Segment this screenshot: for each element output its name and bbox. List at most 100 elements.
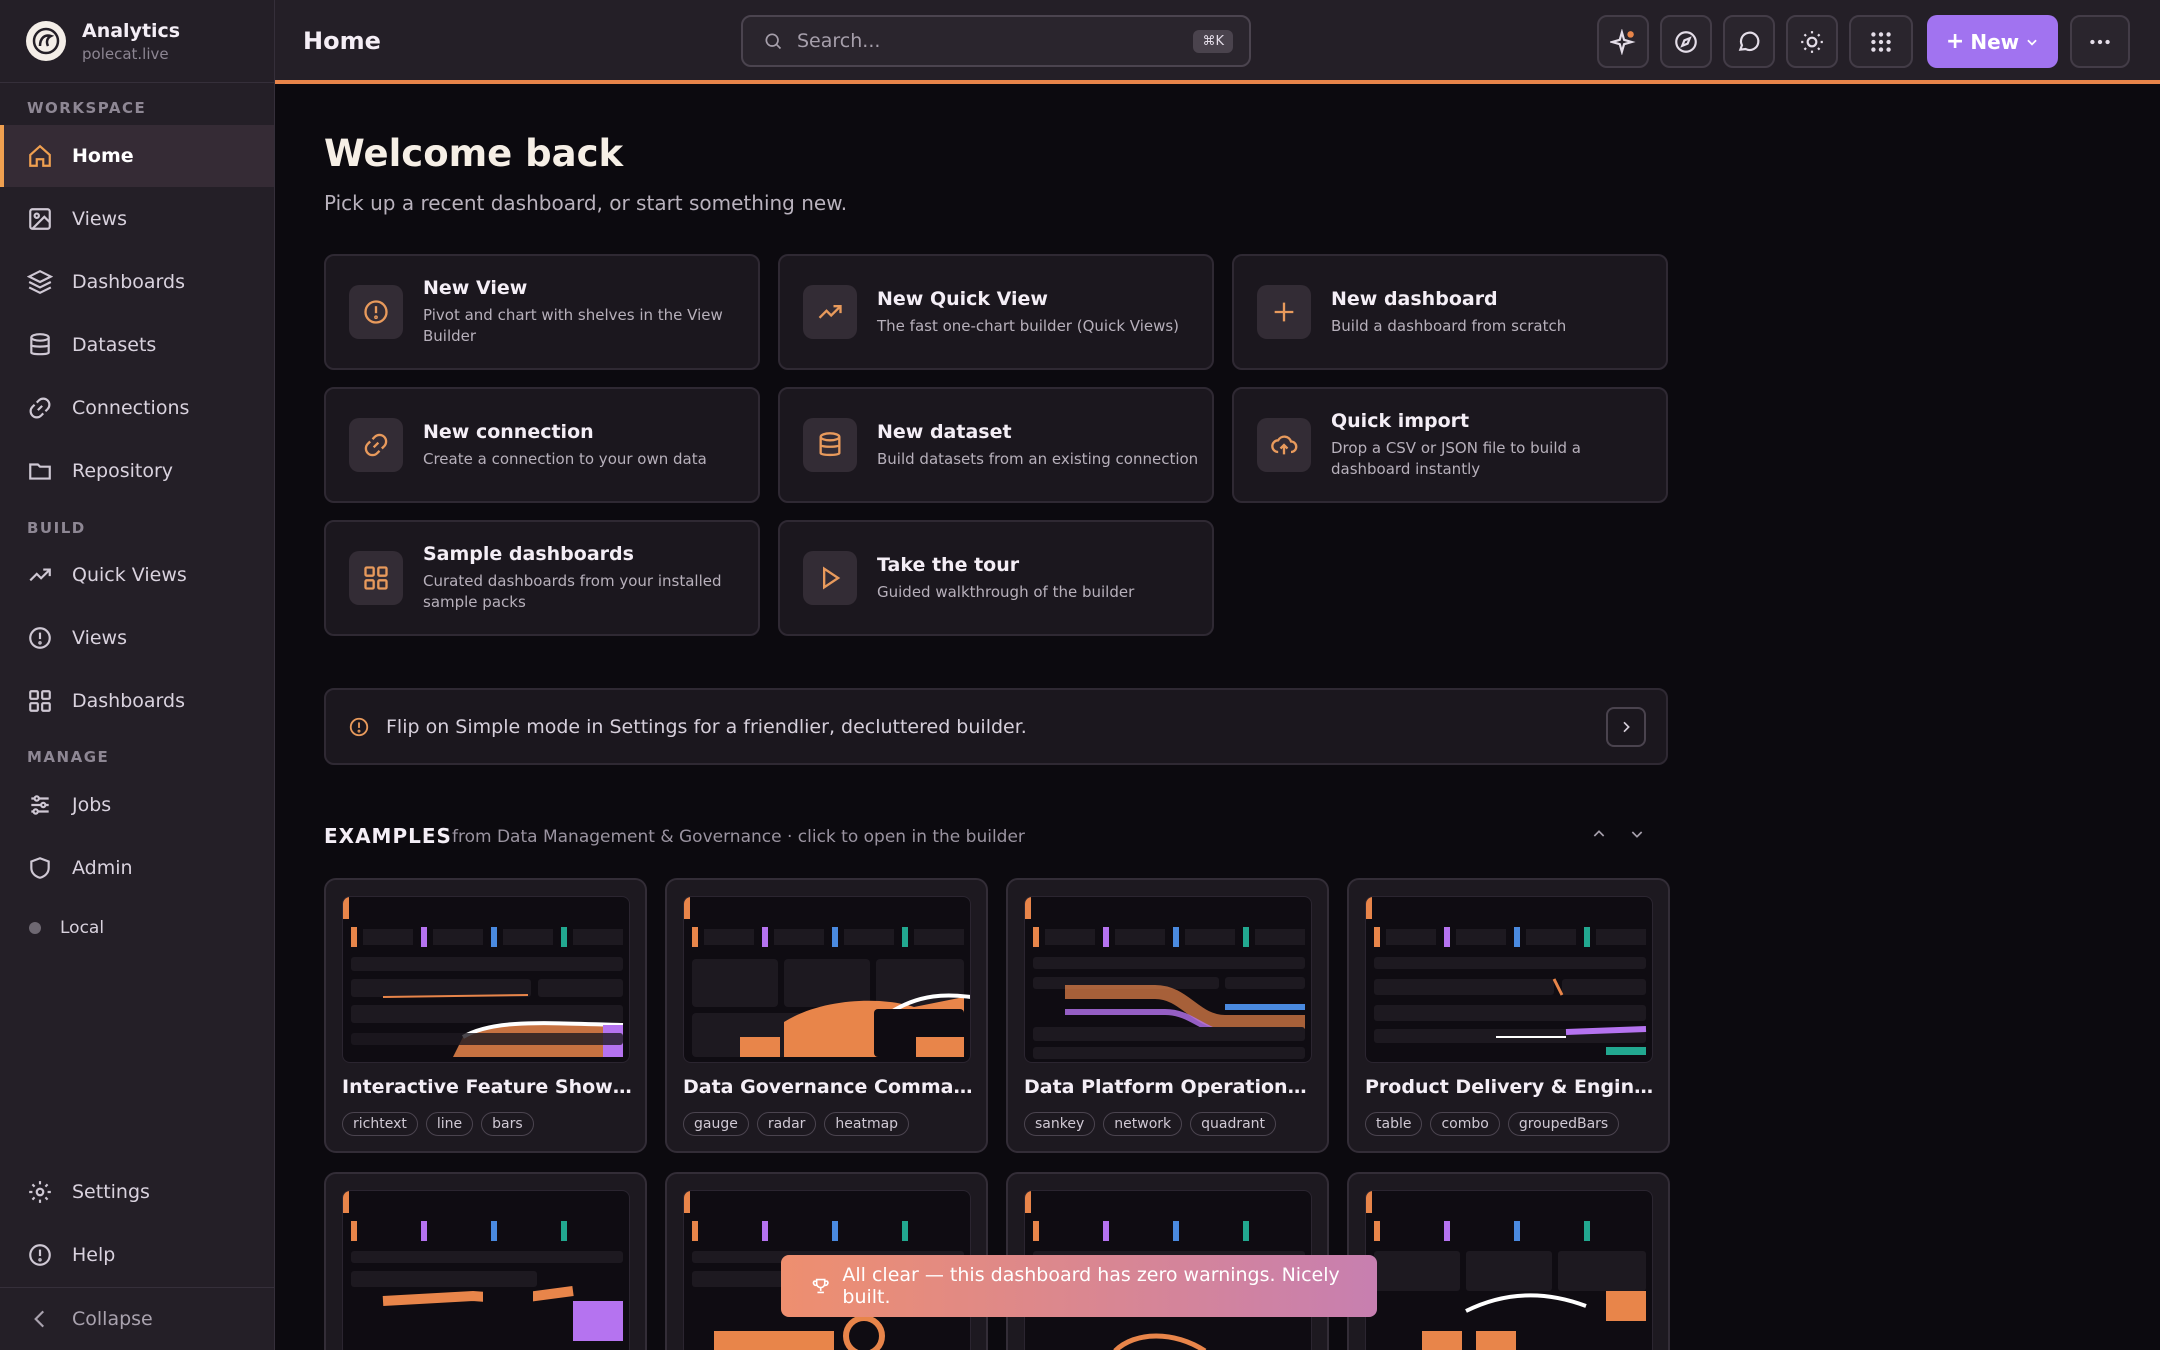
sidebar-item-label: Settings xyxy=(72,1181,150,1203)
trend-icon xyxy=(818,305,842,319)
page-title: Home xyxy=(303,27,381,55)
image-icon xyxy=(29,208,51,230)
database-icon xyxy=(30,333,50,356)
link-icon xyxy=(364,433,388,457)
dashboard-thumbnail xyxy=(1365,896,1653,1063)
folder-icon xyxy=(29,463,51,480)
sidebar-item-label: Help xyxy=(72,1244,116,1266)
quick-import-card[interactable]: Quick import Drop a CSV or JSON file to … xyxy=(1232,387,1668,503)
search-input[interactable]: Search... ⌘K xyxy=(741,15,1251,67)
take-tour-card[interactable]: Take the tour Guided walkthrough of the … xyxy=(778,520,1214,636)
card-desc: Guided walkthrough of the builder xyxy=(877,582,1135,601)
sidebar-item-repository[interactable]: Repository xyxy=(0,440,274,502)
sidebar-item-quick-views[interactable]: Quick Views xyxy=(0,544,274,606)
card-desc: Pivot and chart with shelves in the View… xyxy=(423,306,723,345)
database-icon xyxy=(819,432,841,457)
sidebar-item-label: Jobs xyxy=(72,794,112,816)
example-card[interactable] xyxy=(1347,1172,1670,1350)
sidebar-item-dashboards[interactable]: Dashboards xyxy=(0,251,274,313)
card-desc: Build datasets from an existing connecti… xyxy=(877,449,1199,468)
tag: table xyxy=(1365,1112,1423,1136)
app-title: Analytics xyxy=(82,19,181,42)
new-dataset-card[interactable]: New dataset Build datasets from an exist… xyxy=(778,387,1214,503)
sidebar-item-settings[interactable]: Settings xyxy=(0,1161,274,1223)
plus-icon: + xyxy=(1945,29,1965,54)
dashboard-thumbnail xyxy=(1365,1190,1653,1350)
sidebar-item-label: Admin xyxy=(72,857,133,879)
example-card[interactable]: Interactive Feature Showcase richtext li… xyxy=(324,878,647,1153)
apps-grid-button[interactable] xyxy=(1849,15,1913,68)
tag-list: sankey network quadrant xyxy=(1024,1112,1277,1136)
sidebar-item-admin[interactable]: Admin xyxy=(0,837,274,899)
card-icon-wrap xyxy=(1257,418,1311,472)
new-view-card[interactable]: New View Pivot and chart with shelves in… xyxy=(324,254,760,370)
sidebar-item-local[interactable]: Local xyxy=(0,897,274,959)
sidebar-item-label: Repository xyxy=(72,460,174,482)
chat-icon xyxy=(1738,31,1760,51)
dashboard-thumbnail xyxy=(342,896,630,1063)
app-domain: polecat.live xyxy=(82,44,169,63)
tag: combo xyxy=(1430,1112,1500,1136)
card-desc: Curated dashboards from your installed s… xyxy=(423,572,722,611)
card-icon-wrap xyxy=(803,418,857,472)
gear-icon xyxy=(29,1181,51,1203)
sidebar-item-views[interactable]: Views xyxy=(0,188,274,250)
apps-grid-icon xyxy=(1871,31,1891,52)
ai-assistant-button[interactable] xyxy=(1597,15,1649,68)
dashboard-thumbnail xyxy=(342,1190,630,1350)
sliders-icon xyxy=(31,795,49,815)
tag: network xyxy=(1103,1112,1183,1136)
sidebar-item-jobs[interactable]: Jobs xyxy=(0,774,274,836)
new-quick-view-card[interactable]: New Quick View The fast one-chart builde… xyxy=(778,254,1214,370)
collapse-button[interactable]: Collapse xyxy=(0,1287,274,1349)
chat-button[interactable] xyxy=(1723,15,1775,68)
app-logo-icon xyxy=(26,21,66,61)
sparkle-icon xyxy=(1610,28,1636,55)
sidebar-item-label: Local xyxy=(60,918,105,938)
layers-icon xyxy=(27,269,53,295)
sample-dashboards-card[interactable]: Sample dashboards Curated dashboards fro… xyxy=(324,520,760,636)
tag: radar xyxy=(756,1112,817,1136)
new-dashboard-card[interactable]: New dashboard Build a dashboard from scr… xyxy=(1232,254,1668,370)
sidebar-item-home[interactable]: Home xyxy=(0,125,274,187)
example-title: Interactive Feature Showcase xyxy=(342,1076,634,1098)
example-card[interactable] xyxy=(324,1172,647,1350)
brand[interactable]: Analytics polecat.live xyxy=(0,0,274,83)
tag: groupedBars xyxy=(1507,1112,1620,1136)
new-connection-card[interactable]: New connection Create a connection to yo… xyxy=(324,387,760,503)
theme-toggle-button[interactable] xyxy=(1786,15,1838,68)
tag: sankey xyxy=(1024,1112,1096,1136)
chevron-left-icon xyxy=(34,1310,45,1327)
card-desc: Drop a CSV or JSON file to build a dashb… xyxy=(1331,439,1581,478)
compass-icon xyxy=(1675,30,1697,53)
chevron-down-icon[interactable] xyxy=(1629,826,1645,842)
dashboard-thumbnail xyxy=(683,896,971,1063)
example-card[interactable]: Product Delivery & Engineering... table … xyxy=(1347,878,1670,1153)
tip-text: Flip on Simple mode in Settings for a fr… xyxy=(386,715,1027,738)
section-manage: MANAGE xyxy=(27,748,110,766)
card-title: Sample dashboards xyxy=(423,543,634,565)
sidebar-item-help[interactable]: Help xyxy=(0,1224,274,1286)
more-options-button[interactable] xyxy=(2070,15,2130,68)
sidebar-item-build-dashboards[interactable]: Dashboards xyxy=(0,670,274,732)
section-workspace: WORKSPACE xyxy=(27,99,147,117)
example-card[interactable]: Data Platform Operations Cent... sankey … xyxy=(1006,878,1329,1153)
sidebar-item-label: Home xyxy=(72,145,134,167)
example-card[interactable]: Data Governance Command C... gauge radar… xyxy=(665,878,988,1153)
card-icon-wrap xyxy=(803,285,857,339)
tag: line xyxy=(425,1112,474,1136)
tag: richtext xyxy=(342,1112,418,1136)
card-desc: Build a dashboard from scratch xyxy=(1331,316,1567,335)
sidebar-item-label: Datasets xyxy=(72,334,157,356)
tip-open-button[interactable] xyxy=(1606,706,1646,747)
explore-button[interactable] xyxy=(1660,15,1712,68)
sidebar-item-build-views[interactable]: Views xyxy=(0,607,274,669)
sidebar-item-datasets[interactable]: Datasets xyxy=(0,314,274,376)
top-header: Home Search... ⌘K + New xyxy=(275,0,2160,84)
card-title: New dashboard xyxy=(1331,287,1498,310)
examples-collapse-controls xyxy=(1591,826,1645,842)
chevron-up-icon[interactable] xyxy=(1591,826,1607,842)
alert-circle-icon xyxy=(29,627,51,649)
new-button[interactable]: + New xyxy=(1927,15,2058,68)
sidebar-item-connections[interactable]: Connections xyxy=(0,377,274,439)
